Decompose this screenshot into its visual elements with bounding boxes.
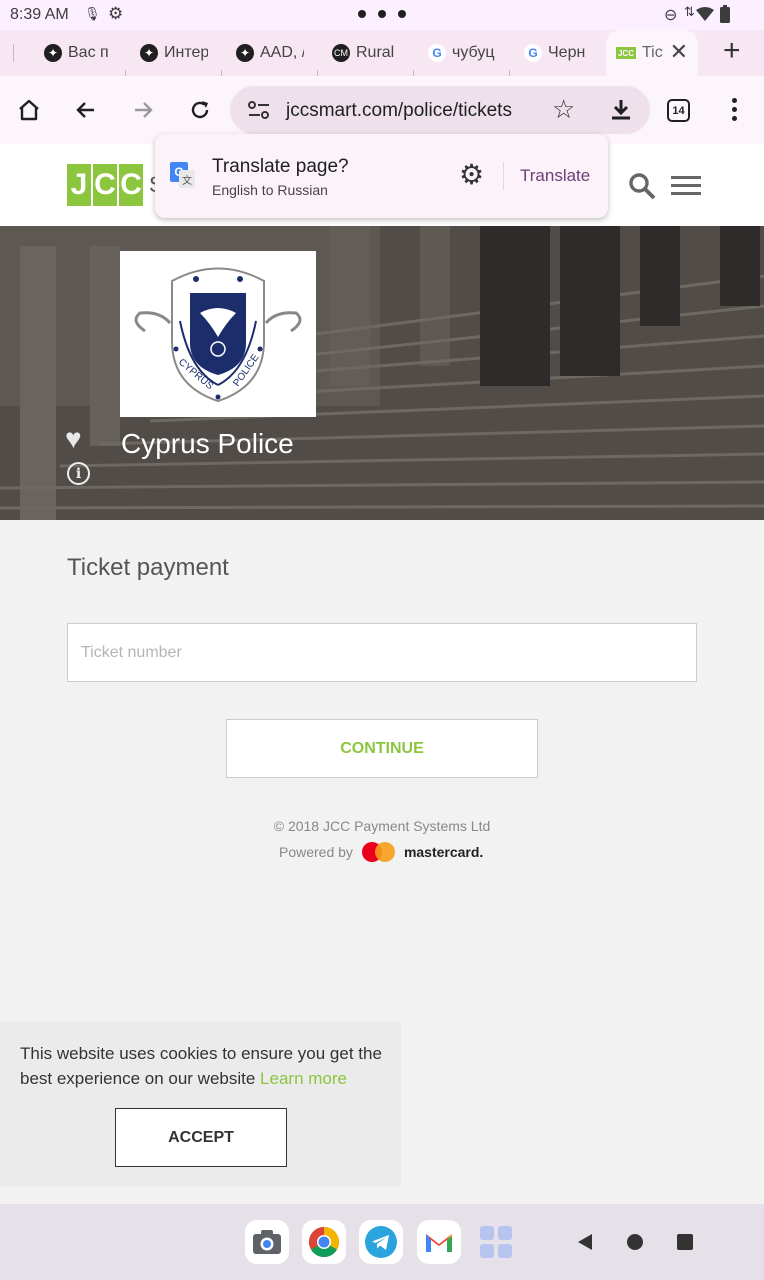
translate-button[interactable]: Translate — [520, 166, 590, 186]
police-logo-card: CYPRUS POLICE 1960 — [120, 251, 316, 417]
tab-item[interactable]: CM Rural — [332, 38, 396, 68]
tab-overflow[interactable] — [0, 38, 18, 68]
new-tab-icon[interactable]: + — [723, 34, 741, 68]
tab-active[interactable]: JCC Tic ✕ — [606, 30, 698, 76]
google-icon: G — [524, 44, 542, 62]
accept-cookies-button[interactable]: ACCEPT — [115, 1108, 287, 1167]
translate-popup: G 文 Translate page? English to Russian ⚙… — [155, 134, 608, 218]
nav-back-icon[interactable] — [576, 1233, 594, 1251]
data-arrows-icon: ⇅ — [684, 4, 695, 19]
divider — [503, 162, 504, 190]
heart-icon[interactable]: ♥ — [65, 424, 82, 454]
status-time: 8:39 AM — [10, 6, 69, 23]
openai-icon: ✦ — [44, 44, 62, 62]
tab-label: Rural — [356, 44, 395, 61]
cyprus-police-seal: CYPRUS POLICE 1960 — [134, 267, 302, 403]
tab-switcher-button[interactable]: 14 — [667, 99, 690, 122]
tab-label: Tic — [642, 44, 663, 61]
close-icon[interactable]: ✕ — [670, 39, 688, 65]
tab-item[interactable]: G Черн — [524, 38, 590, 68]
logo-letter: C — [93, 164, 117, 206]
openai-icon: ✦ — [140, 44, 158, 62]
settings-icon: ⚙ — [108, 4, 124, 23]
tab-item[interactable]: ✦ Вас п — [44, 38, 114, 68]
continue-button[interactable]: CONTINUE — [226, 719, 538, 778]
nav-recents-icon[interactable] — [677, 1234, 693, 1250]
tab-strip: ✦ Вас п ✦ Интер ✦ AAD, / CM Rural Gчубуц G Че… — [0, 30, 764, 90]
dot-icon — [398, 10, 406, 18]
tab-label: Вас п — [68, 44, 109, 61]
logo-letter: J — [67, 164, 91, 206]
translate-title: Translate page? — [212, 156, 349, 177]
tab-item[interactable]: ✦ AAD, / — [236, 38, 304, 68]
gmail-icon[interactable] — [417, 1220, 461, 1264]
android-taskbar — [0, 1204, 764, 1280]
status-bar: 8:39 AM 🎙 ⚙ ⊖ ⇅ — [0, 0, 764, 30]
learn-more-link[interactable]: Learn more — [260, 1069, 347, 1088]
page-title: Cyprus Police — [121, 428, 294, 459]
nav-home-icon[interactable] — [627, 1234, 643, 1250]
tab-item[interactable]: ✦ Интер — [140, 38, 208, 68]
more-menu-icon[interactable] — [732, 98, 738, 124]
dot-icon — [358, 10, 366, 18]
cookie-message: This website uses cookies to ensure you … — [20, 1041, 390, 1091]
info-icon[interactable]: i — [67, 462, 90, 485]
back-icon[interactable] — [70, 94, 102, 126]
powered-by: Powered by mastercard. — [279, 842, 483, 862]
app-drawer-icon[interactable] — [480, 1226, 514, 1260]
url-text[interactable]: jccsmart.com/police/tickets — [286, 100, 512, 122]
home-icon[interactable] — [13, 94, 45, 126]
hamburger-menu-icon[interactable] — [671, 176, 701, 196]
google-translate-icon: G 文 — [170, 162, 195, 188]
telegram-icon[interactable] — [359, 1220, 403, 1264]
hero-banner: CYPRUS POLICE 1960 ♥ i Cyprus Police — [0, 226, 764, 520]
steps-background — [0, 226, 764, 520]
cm-icon: CM — [332, 44, 350, 62]
search-icon[interactable] — [628, 172, 656, 200]
wifi-icon — [696, 7, 714, 21]
download-icon[interactable] — [610, 98, 632, 122]
ticket-number-input[interactable] — [67, 623, 697, 682]
dnd-icon: ⊖ — [664, 7, 678, 24]
translate-subtitle: English to Russian — [212, 182, 328, 198]
openai-icon: ✦ — [236, 44, 254, 62]
site-info-icon[interactable] — [248, 100, 270, 120]
gear-icon[interactable]: ⚙ — [459, 160, 484, 190]
mastercard-logo-icon — [361, 842, 396, 862]
mastercard-wordmark: mastercard. — [403, 844, 484, 860]
camera-icon[interactable] — [245, 1220, 289, 1264]
cookie-banner: This website uses cookies to ensure you … — [0, 1021, 401, 1187]
tab-label: AAD, / — [260, 44, 304, 61]
forward-icon[interactable] — [127, 94, 159, 126]
bookmark-star-icon[interactable]: ☆ — [552, 94, 575, 125]
seal-year: 1960 — [210, 359, 224, 365]
tab-label: Черн — [548, 44, 586, 61]
chrome-icon[interactable] — [302, 1220, 346, 1264]
section-title: Ticket payment — [67, 554, 229, 581]
tab-label: чубуц — [452, 44, 495, 61]
dot-icon — [378, 10, 386, 18]
tab-count: 14 — [672, 104, 685, 117]
logo-letter: C — [119, 164, 143, 206]
reload-icon[interactable] — [184, 94, 216, 126]
copyright-text: © 2018 JCC Payment Systems Ltd — [273, 818, 491, 834]
jcc-icon: JCC — [616, 47, 636, 59]
battery-icon — [720, 5, 730, 23]
tab-item[interactable]: Gчубуц — [428, 38, 496, 68]
omnibox[interactable]: jccsmart.com/police/tickets ☆ — [230, 86, 650, 134]
mic-icon: 🎙 — [84, 6, 101, 21]
jcc-logo[interactable]: J C C S — [67, 144, 167, 226]
powered-by-label: Powered by — [279, 844, 353, 860]
tab-label: Интер — [164, 44, 208, 61]
google-icon: G — [428, 44, 446, 62]
